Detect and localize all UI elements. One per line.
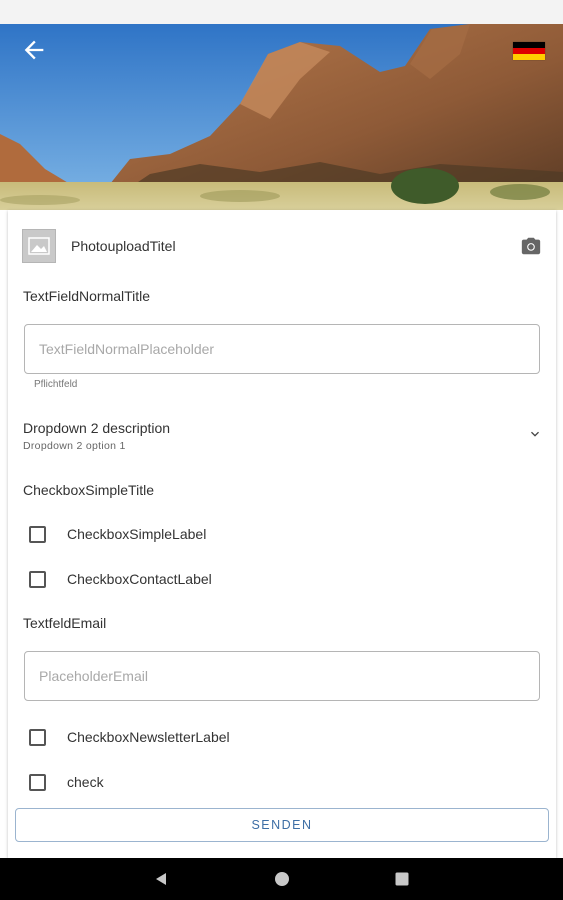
checkbox-check[interactable] [29,773,46,791]
nav-back-triangle-icon [156,873,166,885]
email-field-title: TextfeldEmail [23,615,107,631]
checkbox-newsletter-label: CheckboxNewsletterLabel [67,729,230,745]
checkbox-simple-row[interactable]: CheckboxSimpleLabel [29,523,206,545]
flag-stripe-gold [513,54,545,60]
checkbox-newsletter-row[interactable]: CheckboxNewsletterLabel [29,726,230,748]
flag-germany-icon[interactable] [513,42,545,60]
status-bar [0,0,563,24]
checkbox-newsletter[interactable] [29,728,46,746]
text-field-normal-title: TextFieldNormalTitle [23,288,151,304]
nav-back-button[interactable] [150,868,172,890]
form-card: PhotouploadTitel TextFieldNormalTitle Pf… [8,210,556,858]
send-button[interactable]: SENDEN [15,808,549,842]
nav-recents-button[interactable] [391,868,413,890]
checkbox-contact-label: CheckboxContactLabel [67,571,212,587]
checkbox-simple[interactable] [29,525,46,543]
arrow-back-icon [24,40,44,60]
chevron-down-icon [531,431,539,437]
dropdown-2[interactable]: Dropdown 2 description Dropdown 2 option… [23,418,543,458]
header-image [0,24,563,210]
system-nav-bar [0,858,563,900]
photo-upload-title: PhotouploadTitel [71,238,176,254]
checkbox-contact-row[interactable]: CheckboxContactLabel [29,568,212,590]
checkbox-contact[interactable] [29,570,46,588]
checkbox-check-row[interactable]: check [29,771,104,793]
photo-upload-row[interactable]: PhotouploadTitel [22,228,542,264]
required-helper-text: Pflichtfeld [34,379,78,390]
checkbox-check-label: check [67,774,104,790]
checkbox-simple-title: CheckboxSimpleTitle [23,482,154,498]
nav-home-circle-icon [275,872,289,886]
dropdown-selected-value: Dropdown 2 option 1 [23,440,126,452]
nav-home-button[interactable] [271,868,293,890]
landscape-photo [0,24,563,210]
dropdown-label: Dropdown 2 description [23,420,171,436]
back-button[interactable] [20,36,48,64]
image-placeholder-icon [22,229,56,263]
email-field[interactable] [24,651,540,701]
text-field-normal-input[interactable] [24,324,540,374]
nav-recents-square-icon [395,872,409,886]
checkbox-simple-label: CheckboxSimpleLabel [67,526,207,542]
camera-icon[interactable] [520,235,542,257]
